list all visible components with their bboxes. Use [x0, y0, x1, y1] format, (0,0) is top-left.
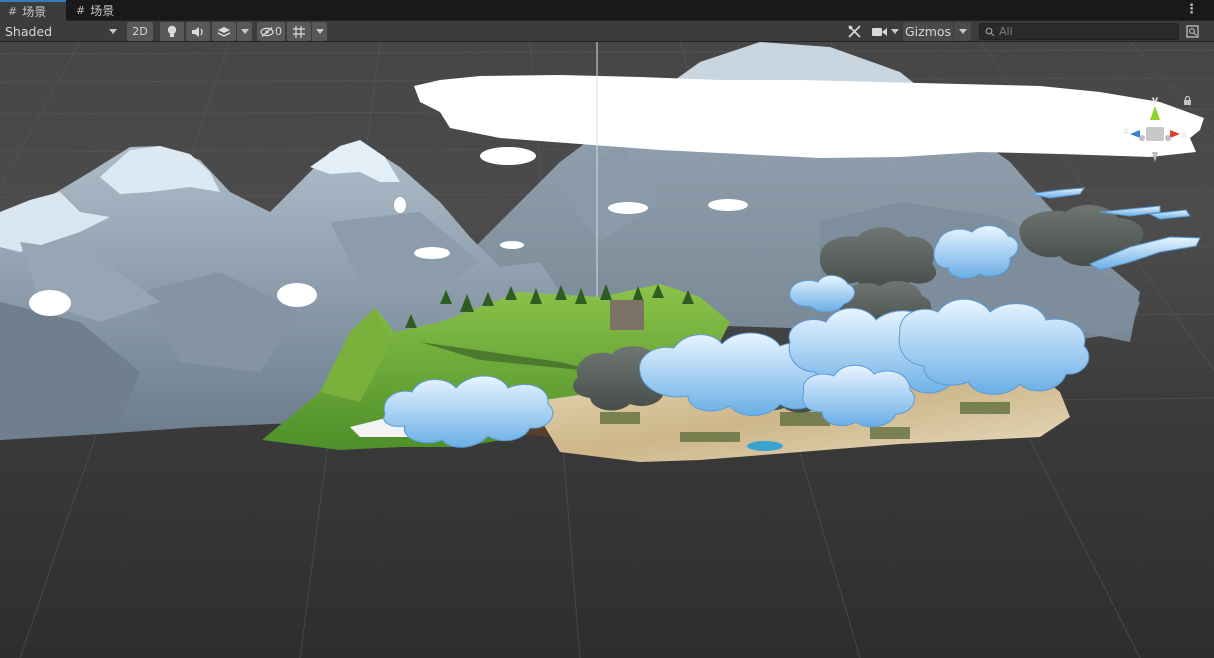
scene-render [0, 42, 1214, 658]
camera-icon [871, 27, 887, 36]
search-icon [985, 27, 995, 36]
z-axis-cone [1130, 130, 1140, 138]
shading-mode-value: Shaded [5, 24, 53, 39]
effects-toggle-button[interactable] [212, 22, 236, 41]
scene-toolbar: Shaded 2D 0 Gizmos [0, 21, 1214, 42]
shading-mode-dropdown[interactable]: Shaded [5, 22, 119, 41]
chevron-down-icon [315, 29, 324, 34]
neg-y-axis-cone [1152, 152, 1158, 162]
grid-snap-icon [293, 25, 305, 38]
island-ruins [610, 300, 644, 330]
x-axis-label: x [1181, 130, 1188, 141]
effects-icon [217, 26, 231, 37]
search-input[interactable] [999, 25, 1169, 38]
hidden-objects-button[interactable]: 0 [257, 22, 285, 41]
chevron-down-icon [958, 29, 967, 34]
more-menu-icon[interactable]: ⋮ [1185, 3, 1198, 16]
hash-icon: # [8, 5, 18, 18]
scene-search[interactable] [979, 23, 1179, 40]
hidden-objects-icon [260, 26, 274, 37]
chevron-down-icon [109, 29, 117, 34]
gizmos-label: Gizmos [904, 24, 952, 39]
grid-snap-button[interactable] [287, 22, 311, 41]
audio-icon [192, 26, 203, 37]
cloud-layer-top [414, 75, 1204, 158]
scene-viewport[interactable]: y x z [0, 42, 1214, 658]
2d-toggle-button[interactable]: 2D [127, 22, 153, 41]
hidden-count: 0 [275, 25, 282, 38]
tab-scene-1[interactable]: # 场景 [0, 0, 66, 21]
tools-icon [847, 25, 861, 38]
scene-orientation-gizmo[interactable]: y x z [1122, 94, 1188, 169]
lock-icon[interactable] [1183, 96, 1192, 105]
z-axis-label: z [1123, 126, 1129, 137]
2d-label: 2D [132, 25, 148, 38]
lighting-toggle-button[interactable] [160, 22, 184, 41]
y-axis-cone [1150, 106, 1160, 120]
tab-label: 场景 [90, 4, 115, 18]
hash-icon: # [76, 4, 86, 17]
tab-bar: # 场景 # 场景 ⋮ [0, 0, 1214, 21]
tools-button[interactable] [843, 22, 865, 41]
light-bulb-icon [167, 25, 177, 37]
camera-dropdown-button[interactable] [889, 22, 901, 41]
grid-dropdown-button[interactable] [312, 22, 327, 41]
maximize-icon [1185, 25, 1199, 38]
gizmo-cube [1146, 127, 1164, 141]
chevron-down-icon [891, 29, 899, 34]
camera-settings-button[interactable] [869, 22, 889, 41]
chevron-down-icon [240, 29, 249, 34]
tab-scene-2[interactable]: # 场景 [68, 0, 124, 21]
maximize-button[interactable] [1183, 22, 1201, 41]
y-axis-label: y [1152, 95, 1159, 106]
audio-toggle-button[interactable] [186, 22, 210, 41]
x-axis-cone [1170, 130, 1180, 138]
gizmos-dropdown-button[interactable] [954, 22, 971, 41]
effects-dropdown-button[interactable] [237, 22, 252, 41]
tab-label: 场景 [22, 5, 47, 19]
gizmos-button[interactable]: Gizmos [903, 22, 953, 41]
